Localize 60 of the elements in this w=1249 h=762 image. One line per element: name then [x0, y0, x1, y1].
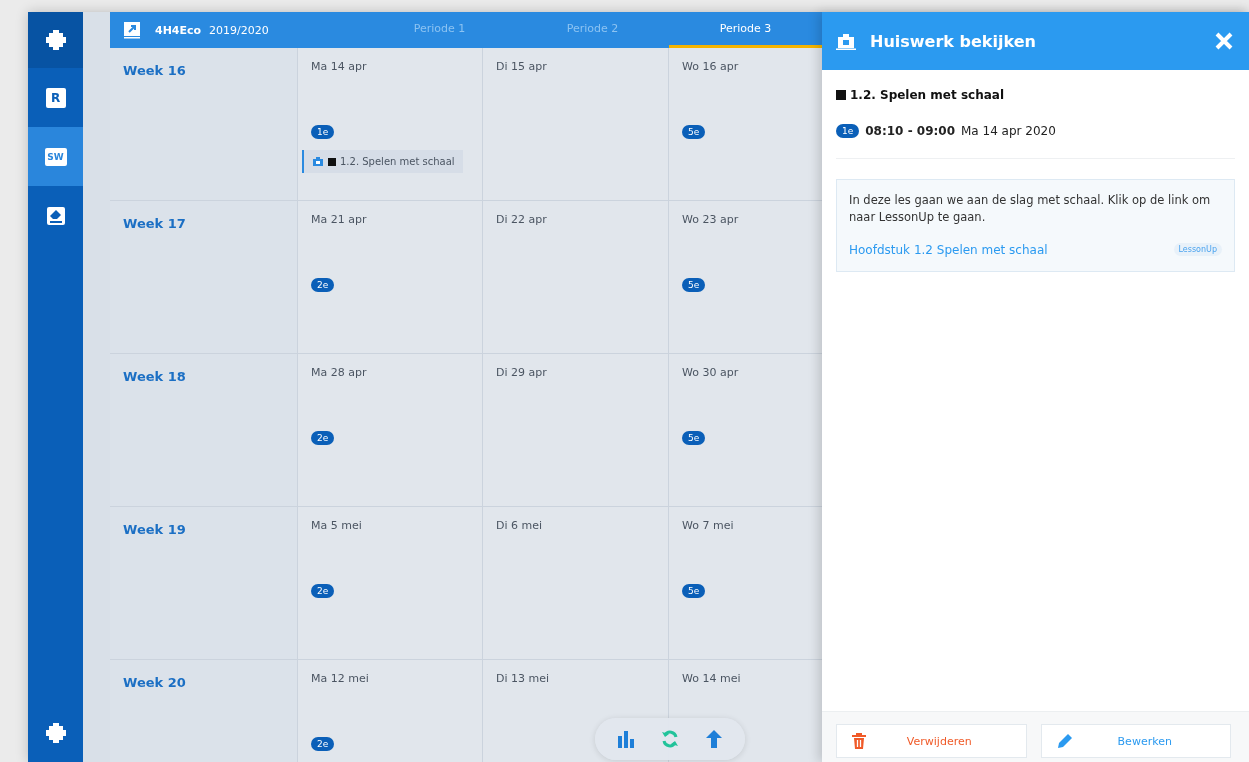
school-year: 2019/2020: [209, 23, 269, 37]
pencil-icon: [1055, 732, 1074, 750]
lesson-hour-badge: 5e: [682, 125, 706, 139]
lesson-date: Ma 14 apr 2020: [961, 124, 1056, 138]
square-icon: [836, 90, 846, 100]
week-label: Week 20: [123, 675, 186, 690]
homework-title: 1.2. Spelen met schaal: [850, 88, 1004, 102]
up-arrow-icon[interactable]: [704, 729, 723, 749]
day-label: Di 29 apr: [496, 366, 547, 379]
edit-button[interactable]: Bewerken: [1040, 724, 1231, 758]
class-name: 4H4Eco: [155, 23, 202, 37]
period-tab[interactable]: Periode 1: [363, 12, 516, 48]
day-label: Ma 12 mei: [311, 672, 369, 685]
day-label: Ma 14 apr: [311, 60, 367, 73]
sw-icon: SW: [44, 147, 67, 166]
day-label: Wo 16 apr: [682, 60, 739, 73]
eraser-icon: [45, 205, 66, 226]
day-label: Wo 23 apr: [682, 213, 739, 226]
lesson-hour-badge: 1e: [311, 125, 335, 139]
square-icon: [328, 157, 336, 166]
period-tab[interactable]: Periode 2: [516, 12, 669, 48]
lesson-time: 08:10 - 09:00: [865, 124, 955, 138]
day-label: Ma 21 apr: [311, 213, 367, 226]
trash-icon: [851, 732, 867, 750]
day-label: Ma 5 mei: [311, 519, 362, 532]
homework-item[interactable]: 1.2. Spelen met schaal: [302, 150, 463, 173]
lesson-hour-badge: 5e: [682, 278, 706, 292]
refresh-icon[interactable]: [660, 729, 680, 749]
sidebar-item[interactable]: [28, 12, 83, 68]
lesson-link[interactable]: Hoofdstuk 1.2 Spelen met schaal: [849, 242, 1048, 257]
source-tag: LessonUp: [1173, 243, 1222, 256]
lesson-hour-badge: 5e: [682, 431, 706, 445]
close-icon[interactable]: [1215, 32, 1233, 50]
day-label: Wo 14 mei: [682, 672, 741, 685]
week-label: Week 18: [123, 369, 186, 384]
sidebar-item[interactable]: R: [28, 68, 83, 127]
lesson-hour-badge: 2e: [311, 584, 335, 598]
day-label: Di 22 apr: [496, 213, 547, 226]
week-label: Week 19: [123, 522, 186, 537]
description-text: In deze les gaan we aan de slag met schaal. Klik op de link om naar LessonUp te gaan.: [849, 192, 1212, 227]
lesson-hour-badge: 2e: [311, 278, 335, 292]
homework-title: 1.2. Spelen met schaal: [340, 156, 455, 167]
lesson-hour-badge: 2e: [311, 431, 335, 445]
day-label: Di 13 mei: [496, 672, 550, 685]
sidebar-item[interactable]: SW: [28, 127, 83, 186]
day-label: Wo 7 mei: [682, 519, 734, 532]
panel-title: Huiswerk bekijken: [870, 31, 1037, 51]
lesson-hour-badge: 2e: [311, 737, 335, 751]
lesson-hour-badge: 1e: [836, 124, 860, 138]
week-label: Week 16: [123, 63, 186, 78]
day-label: Ma 28 apr: [311, 366, 367, 379]
delete-button[interactable]: Verwijderen: [836, 724, 1027, 758]
week-label: Week 17: [123, 216, 186, 231]
day-label: Di 15 apr: [496, 60, 547, 73]
bar-chart-icon[interactable]: [617, 730, 636, 748]
day-label: Di 6 mei: [496, 519, 543, 532]
class-icon: [123, 21, 141, 39]
calendar-icon: R: [45, 87, 66, 108]
lesson-hour-badge: 5e: [682, 584, 706, 598]
day-label: Wo 30 apr: [682, 366, 739, 379]
